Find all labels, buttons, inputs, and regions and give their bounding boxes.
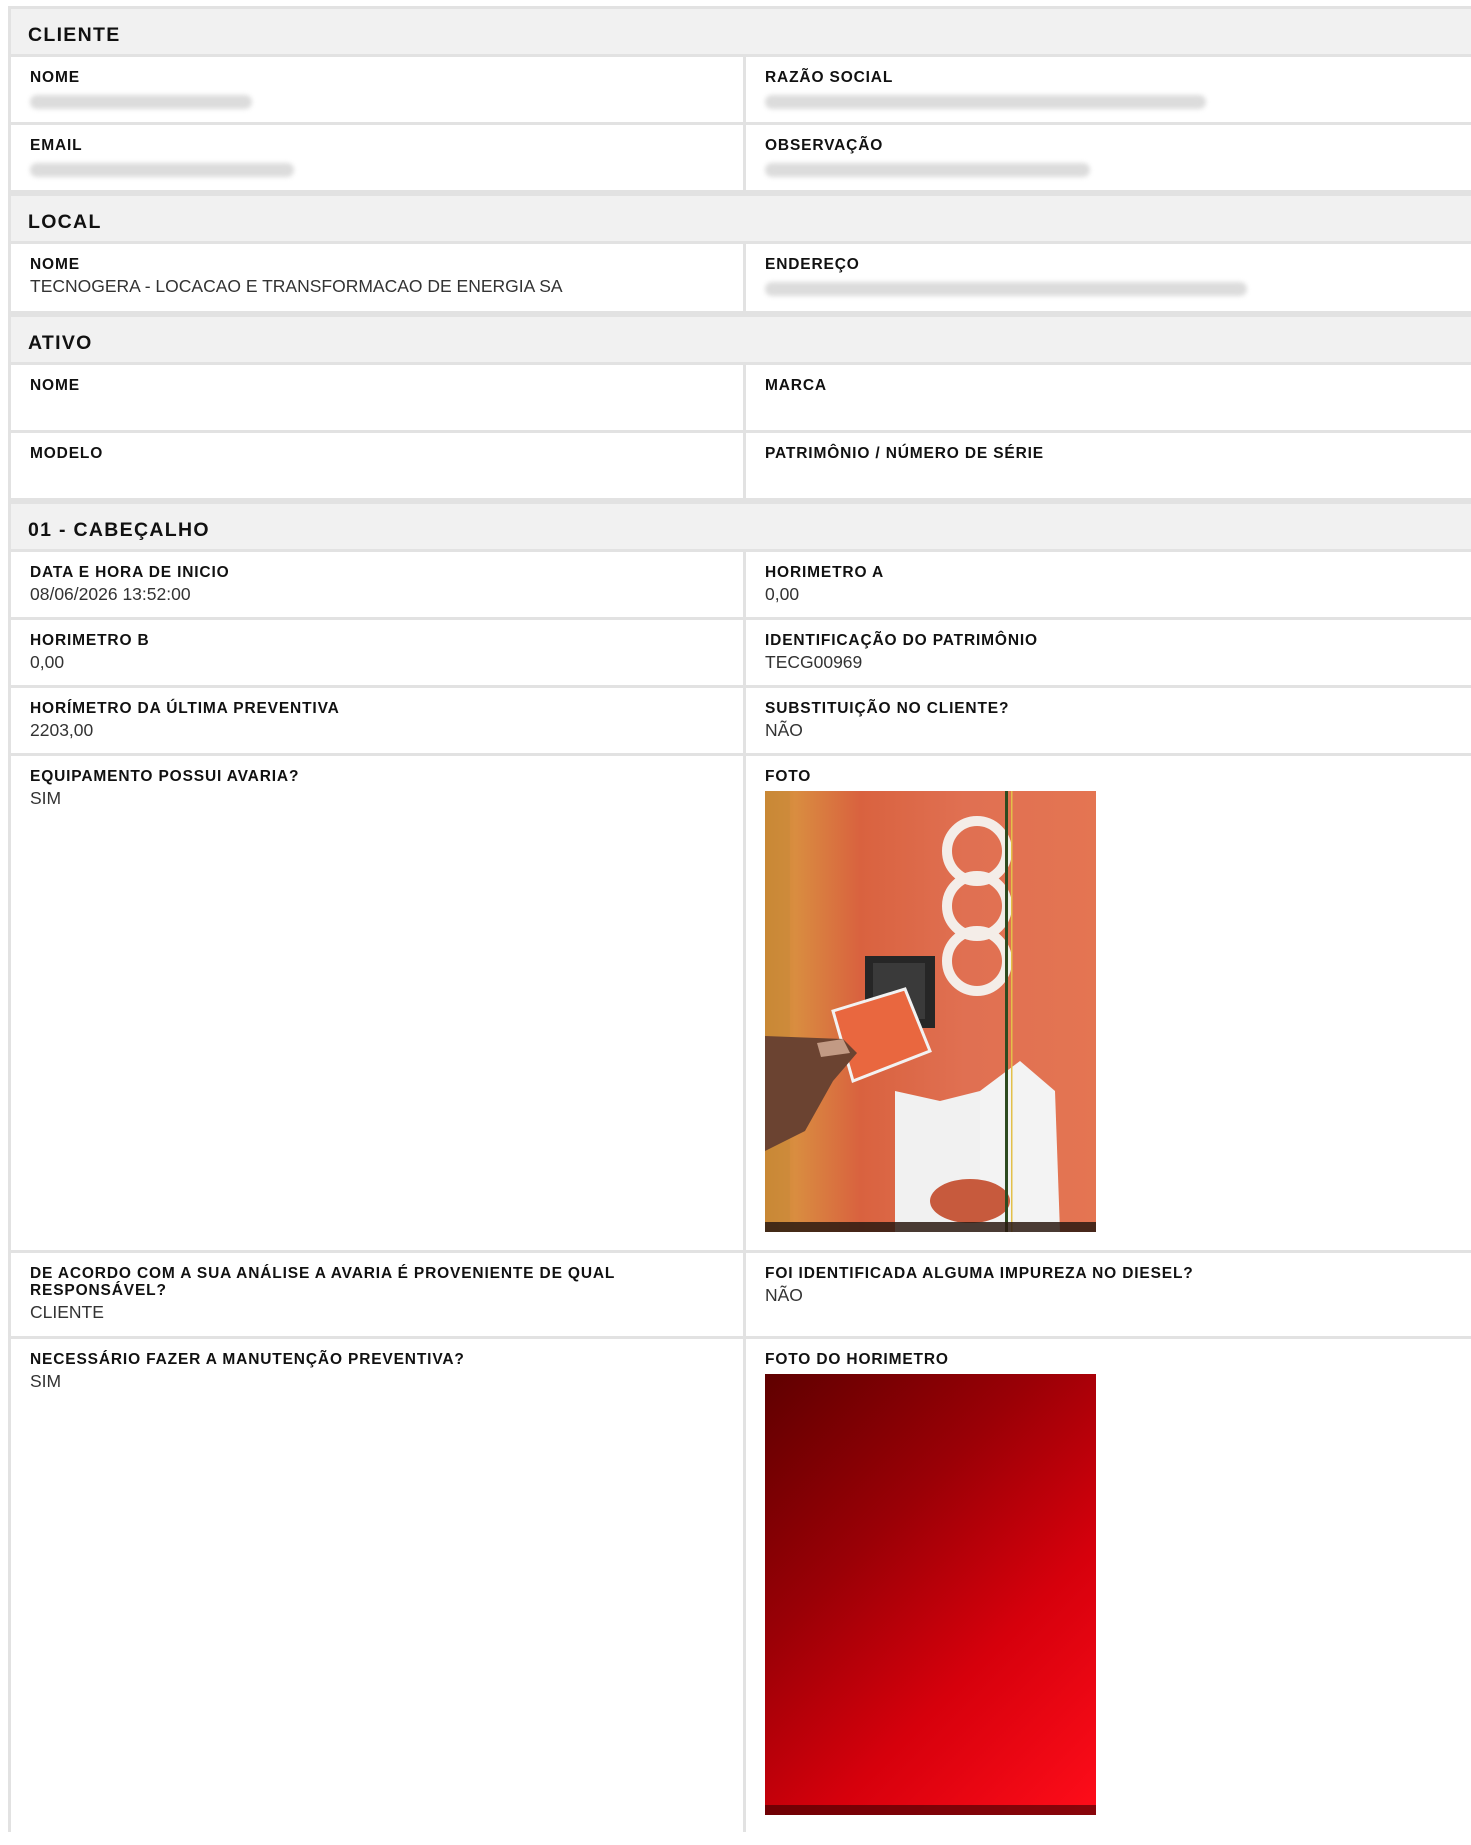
identificacao-cell: IDENTIFICAÇÃO DO PATRIMÔNIO TECG00969 xyxy=(746,620,1471,685)
hour-meter-photo[interactable] xyxy=(765,1374,1096,1815)
cabecalho-row-4: EQUIPAMENTO POSSUI AVARIA? SIM FOTO xyxy=(11,756,1471,1253)
responsavel-label: DE ACORDO COM A SUA ANÁLISE A AVARIA É P… xyxy=(30,1265,615,1299)
ativo-row-1: NOME MARCA xyxy=(11,365,1471,433)
local-nome-label: NOME xyxy=(30,256,80,273)
ultima-preventiva-label: HORÍMETRO DA ÚLTIMA PREVENTIVA xyxy=(30,700,340,717)
cliente-obs-cell: OBSERVAÇÃO xyxy=(746,125,1471,190)
cliente-nome-cell: NOME xyxy=(11,57,746,122)
local-row-1: NOME TECNOGERA - LOCACAO E TRANSFORMACAO… xyxy=(11,244,1471,314)
report-sheet: CLIENTE NOME RAZÃO SOCIAL EMAIL OBSERVAÇ… xyxy=(8,6,1471,1832)
section-cabecalho-header: 01 - CABEÇALHO xyxy=(11,501,1471,552)
cliente-email-cell: EMAIL xyxy=(11,125,746,190)
avaria-label: EQUIPAMENTO POSSUI AVARIA? xyxy=(30,768,300,785)
cliente-row-2: EMAIL OBSERVAÇÃO xyxy=(11,125,1471,193)
ativo-patrimonio-cell: PATRIMÔNIO / NÚMERO DE SÉRIE xyxy=(746,433,1471,498)
section-cliente-header: CLIENTE xyxy=(11,6,1471,57)
ativo-row-2: MODELO PATRIMÔNIO / NÚMERO DE SÉRIE xyxy=(11,433,1471,501)
preventiva-cell: NECESSÁRIO FAZER A MANUTENÇÃO PREVENTIVA… xyxy=(11,1339,746,1832)
ultima-preventiva-value: 2203,00 xyxy=(30,720,94,740)
ativo-modelo-cell: MODELO xyxy=(11,433,746,498)
identificacao-value: TECG00969 xyxy=(765,652,863,672)
section-ativo-header: ATIVO xyxy=(11,314,1471,365)
responsavel-cell: DE ACORDO COM A SUA ANÁLISE A AVARIA É P… xyxy=(11,1253,746,1336)
cabecalho-row-5: DE ACORDO COM A SUA ANÁLISE A AVARIA É P… xyxy=(11,1253,1471,1339)
ativo-patrimonio-label: PATRIMÔNIO / NÚMERO DE SÉRIE xyxy=(765,445,1044,462)
horimetro-b-value: 0,00 xyxy=(30,652,65,672)
section-local-header: LOCAL xyxy=(11,193,1471,244)
foto-label: FOTO xyxy=(765,768,812,785)
impureza-cell: FOI IDENTIFICADA ALGUMA IMPUREZA NO DIES… xyxy=(746,1253,1471,1336)
horimetro-a-label: HORIMETRO A xyxy=(765,564,884,581)
foto-cell: FOTO xyxy=(746,756,1471,1250)
cliente-nome-redacted xyxy=(30,95,252,109)
foto-horimetro-cell: FOTO DO HORIMETRO xyxy=(746,1339,1471,1832)
cliente-row-1: NOME RAZÃO SOCIAL xyxy=(11,57,1471,125)
damage-photo[interactable] xyxy=(765,791,1096,1232)
ativo-marca-cell: MARCA xyxy=(746,365,1471,430)
local-nome-value: TECNOGERA - LOCACAO E TRANSFORMACAO DE E… xyxy=(30,276,563,296)
local-endereco-label: ENDEREÇO xyxy=(765,256,860,273)
avaria-cell: EQUIPAMENTO POSSUI AVARIA? SIM xyxy=(11,756,746,1250)
ativo-nome-label: NOME xyxy=(30,377,80,394)
substituicao-value: NÃO xyxy=(765,720,803,740)
cliente-email-label: EMAIL xyxy=(30,137,83,154)
cliente-razao-cell: RAZÃO SOCIAL xyxy=(746,57,1471,122)
data-inicio-value: 08/06/2026 13:52:00 xyxy=(30,584,191,604)
horimetro-b-label: HORIMETRO B xyxy=(30,632,150,649)
foto-horimetro-label: FOTO DO HORIMETRO xyxy=(765,1351,949,1368)
local-nome-cell: NOME TECNOGERA - LOCACAO E TRANSFORMACAO… xyxy=(11,244,746,311)
horimetro-b-cell: HORIMETRO B 0,00 xyxy=(11,620,746,685)
responsavel-value: CLIENTE xyxy=(30,1302,104,1322)
horimetro-a-cell: HORIMETRO A 0,00 xyxy=(746,552,1471,617)
substituicao-cell: SUBSTITUIÇÃO NO CLIENTE? NÃO xyxy=(746,688,1471,753)
ativo-nome-cell: NOME xyxy=(11,365,746,430)
local-endereco-cell: ENDEREÇO xyxy=(746,244,1471,311)
substituicao-label: SUBSTITUIÇÃO NO CLIENTE? xyxy=(765,700,1010,717)
preventiva-value: SIM xyxy=(30,1371,62,1391)
cliente-nome-label: NOME xyxy=(30,69,80,86)
cabecalho-row-2: HORIMETRO B 0,00 IDENTIFICAÇÃO DO PATRIM… xyxy=(11,620,1471,688)
data-inicio-label: DATA E HORA DE INICIO xyxy=(30,564,230,581)
cliente-obs-label: OBSERVAÇÃO xyxy=(765,137,884,154)
impureza-value: NÃO xyxy=(765,1285,803,1305)
ultima-preventiva-cell: HORÍMETRO DA ÚLTIMA PREVENTIVA 2203,00 xyxy=(11,688,746,753)
data-inicio-cell: DATA E HORA DE INICIO 08/06/2026 13:52:0… xyxy=(11,552,746,617)
cliente-razao-redacted xyxy=(765,95,1206,109)
cliente-obs-redacted xyxy=(765,163,1090,177)
cliente-razao-label: RAZÃO SOCIAL xyxy=(765,69,894,86)
cabecalho-row-3: HORÍMETRO DA ÚLTIMA PREVENTIVA 2203,00 S… xyxy=(11,688,1471,756)
cabecalho-row-1: DATA E HORA DE INICIO 08/06/2026 13:52:0… xyxy=(11,552,1471,620)
preventiva-label: NECESSÁRIO FAZER A MANUTENÇÃO PREVENTIVA… xyxy=(30,1351,465,1368)
impureza-label: FOI IDENTIFICADA ALGUMA IMPUREZA NO DIES… xyxy=(765,1265,1194,1282)
ativo-modelo-label: MODELO xyxy=(30,445,104,462)
cliente-email-redacted xyxy=(30,163,294,177)
horimetro-a-value: 0,00 xyxy=(765,584,800,604)
identificacao-label: IDENTIFICAÇÃO DO PATRIMÔNIO xyxy=(765,632,1038,649)
cabecalho-row-6: NECESSÁRIO FAZER A MANUTENÇÃO PREVENTIVA… xyxy=(11,1339,1471,1832)
local-endereco-redacted xyxy=(765,282,1247,296)
ativo-marca-label: MARCA xyxy=(765,377,827,394)
photo-stamp-bar xyxy=(765,1805,1096,1815)
avaria-value: SIM xyxy=(30,788,62,808)
